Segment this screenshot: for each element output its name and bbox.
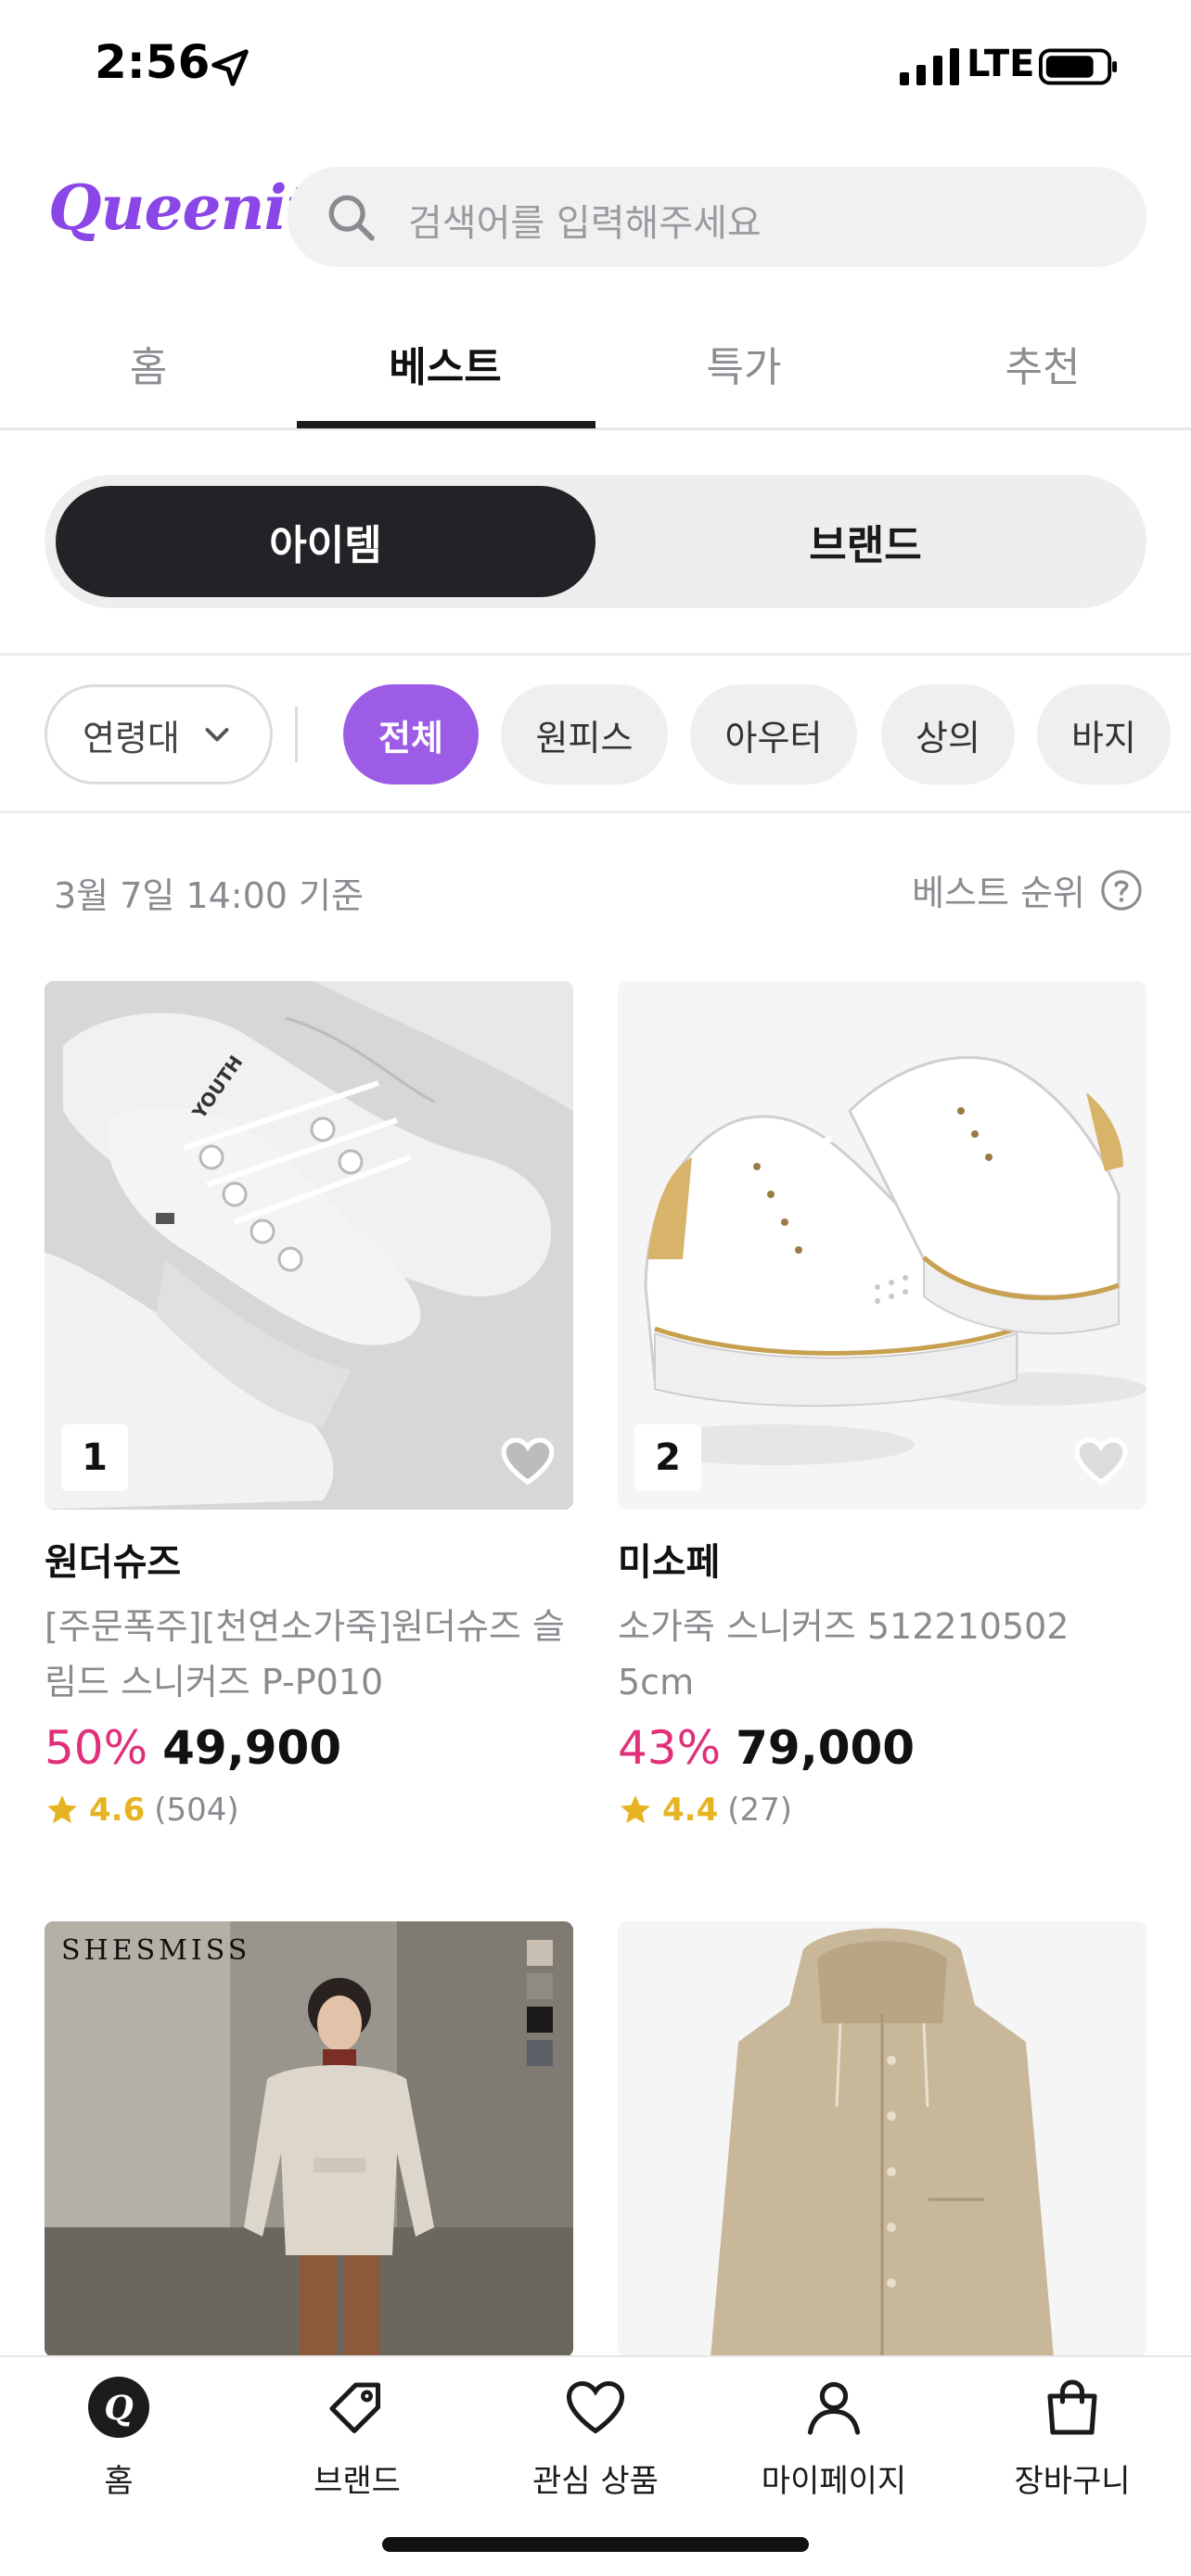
chip-top[interactable]: 상의 (881, 684, 1015, 784)
product-price-row: 43% 79,000 (618, 1721, 1146, 1775)
chip-outer[interactable]: 아우터 (690, 684, 857, 784)
nav-mypage[interactable]: 마이페이지 (715, 2374, 953, 2513)
star-icon (621, 1795, 650, 1824)
battery-icon (1039, 48, 1118, 85)
trench-coat-photo (618, 1921, 1146, 2357)
ranking-updated-time: 3월 7일 14:00 기준 (54, 875, 364, 916)
segment-items[interactable]: 아이템 (56, 486, 596, 597)
help-icon (1101, 869, 1142, 911)
filter-separator (295, 707, 298, 762)
search-icon (328, 195, 375, 241)
product-card[interactable] (618, 1921, 1146, 2357)
nav-brand[interactable]: 브랜드 (238, 2374, 476, 2513)
network-type: LTE (967, 43, 1035, 85)
product-image[interactable]: 2 (618, 981, 1146, 1510)
tab-deals[interactable]: 특가 (596, 297, 892, 430)
queenit-logo[interactable]: Queenit (48, 172, 314, 244)
item-brand-toggle: 아이템 브랜드 (45, 475, 1146, 608)
product-brand: 원더슈즈 (45, 1541, 182, 1584)
product-card[interactable]: 2 미소페 소가죽 스니커즈 512210502 5cm 43% 79,000 … (618, 981, 1146, 1829)
discount-rate: 50% (45, 1721, 148, 1775)
best-ranking-info[interactable]: 베스트 순위 (912, 864, 1143, 915)
age-group-label: 연령대 (83, 717, 180, 759)
age-group-dropdown[interactable]: 연령대 (45, 684, 273, 784)
model-outerwear-photo (45, 1921, 573, 2357)
brand-overlay-text: SHESMISS (61, 1934, 251, 1967)
rank-badge: 2 (634, 1424, 701, 1491)
product-rating: 4.6 (504) (45, 1792, 573, 1829)
divider (0, 810, 1191, 813)
product-card[interactable]: SHESMISS (45, 1921, 573, 2357)
nav-label: 관심 상품 (532, 2463, 659, 2500)
rating-value: 4.4 (662, 1792, 719, 1829)
product-name: 소가죽 스니커즈 512210502 5cm (618, 1606, 1069, 1702)
product-image[interactable]: SHESMISS (45, 1921, 573, 2357)
product-name: [주문폭주][천연소가죽]원더슈즈 슬림드 스니커즈 P-P010 (45, 1606, 565, 1702)
product-price-row: 50% 49,900 (45, 1721, 573, 1775)
tab-home[interactable]: 홈 (0, 297, 297, 430)
rank-badge: 1 (61, 1424, 128, 1491)
product-image[interactable]: YOUTH 1 (45, 981, 573, 1510)
cellular-signal-icon (900, 48, 959, 85)
status-bar: 2:56 LTE (0, 0, 1191, 139)
search-bar[interactable]: 검색어를 입력해주세요 (288, 167, 1146, 267)
chevron-down-icon (205, 728, 229, 742)
search-placeholder: 검색어를 입력해주세요 (408, 202, 762, 245)
review-count: (504) (154, 1792, 239, 1829)
tag-icon (329, 2382, 381, 2434)
product-price: 49,900 (162, 1721, 342, 1775)
shopping-bag-icon (1047, 2379, 1097, 2435)
main-tabs: 홈 베스트 특가 추천 (0, 297, 1191, 430)
heart-icon[interactable] (1072, 1434, 1130, 1487)
heart-icon[interactable] (499, 1434, 557, 1487)
tab-best[interactable]: 베스트 (297, 297, 594, 430)
product-card[interactable]: YOUTH 1 원더슈즈 [주문폭주][천연소가죽]원더슈즈 슬림드 스니커즈 … (45, 981, 573, 1829)
discount-rate: 43% (618, 1721, 722, 1775)
chip-all[interactable]: 전체 (343, 684, 479, 784)
nav-home[interactable]: Q 홈 (0, 2374, 237, 2513)
star-icon (47, 1795, 77, 1824)
product-brand: 미소페 (618, 1541, 721, 1584)
rating-value: 4.6 (89, 1792, 146, 1829)
nav-label: 브랜드 (314, 2463, 401, 2500)
home-indicator (382, 2537, 809, 2552)
chip-pants[interactable]: 바지 (1037, 684, 1171, 784)
chip-dress[interactable]: 원피스 (501, 684, 668, 784)
best-ranking-label: 베스트 순위 (912, 873, 1085, 913)
queenit-home-icon: Q (88, 2377, 149, 2438)
nav-label: 마이페이지 (761, 2463, 907, 2500)
nav-label: 홈 (104, 2463, 134, 2500)
nav-label: 장바구니 (1014, 2463, 1131, 2500)
status-time: 2:56 (95, 35, 211, 89)
active-tab-indicator (297, 421, 596, 428)
nav-cart[interactable]: 장바구니 (954, 2374, 1191, 2513)
review-count: (27) (727, 1792, 793, 1829)
product-rating: 4.4 (27) (618, 1792, 1146, 1829)
segment-brands[interactable]: 브랜드 (596, 486, 1135, 597)
nav-wishlist[interactable]: 관심 상품 (477, 2374, 714, 2513)
tab-recommend[interactable]: 추천 (894, 297, 1191, 430)
product-image[interactable] (618, 1921, 1146, 2357)
product-price: 79,000 (736, 1721, 916, 1775)
divider (0, 653, 1191, 656)
svg-text:Q: Q (104, 2390, 133, 2429)
heart-icon (566, 2380, 625, 2434)
location-arrow-icon (211, 49, 249, 86)
person-icon (807, 2381, 861, 2435)
